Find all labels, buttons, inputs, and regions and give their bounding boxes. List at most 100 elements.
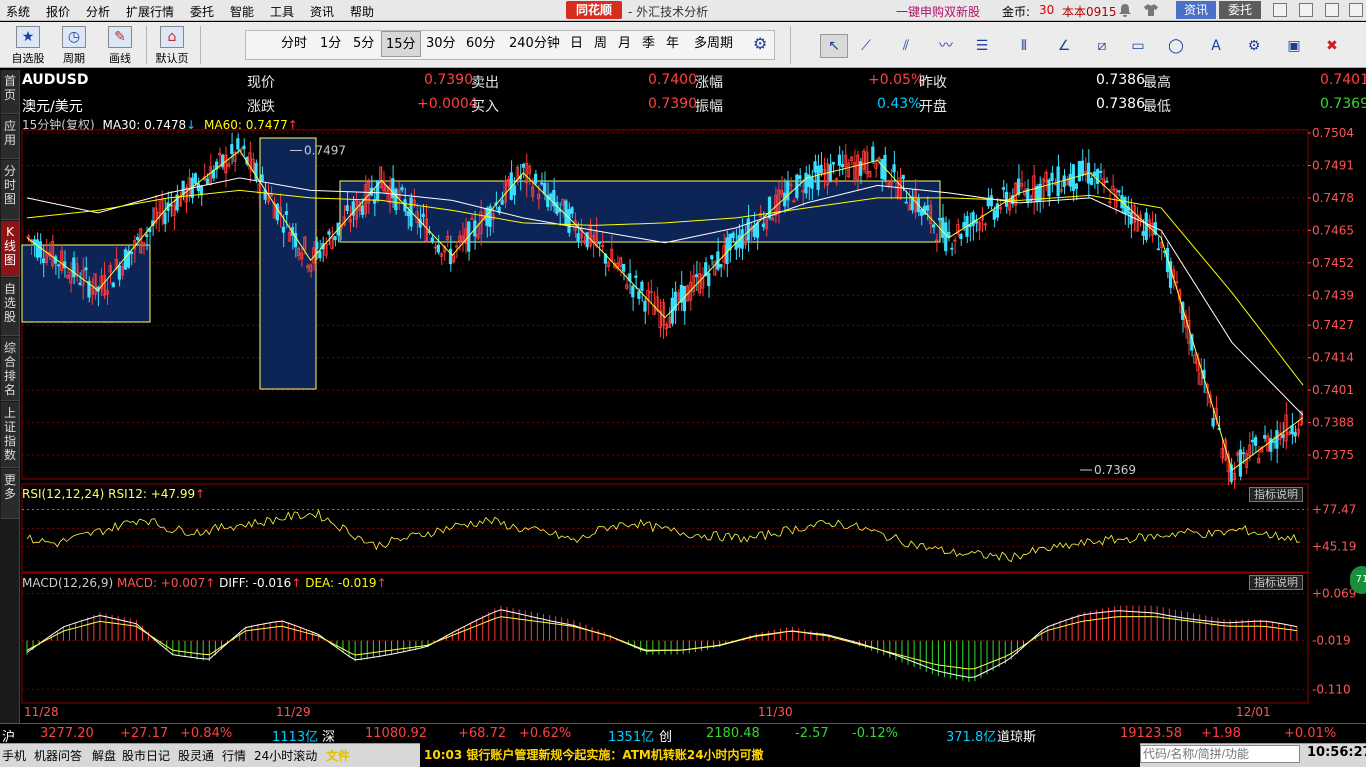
candle-body <box>810 176 814 189</box>
candle-body <box>72 257 76 278</box>
candle-body <box>533 173 538 184</box>
macd-tick-label: -0.110 <box>1312 682 1351 696</box>
candle-body <box>767 196 772 219</box>
candle-body <box>901 174 905 180</box>
dj-pct: +0.01% <box>1284 726 1337 741</box>
candle-body <box>746 218 750 241</box>
sh-pct: +0.84% <box>180 726 233 741</box>
candle-body <box>640 281 644 291</box>
candle-body <box>959 234 963 240</box>
status-qa[interactable]: 机器问答 <box>34 747 82 764</box>
candle-body <box>637 291 641 299</box>
kline-chart[interactable]: 0.7504 0.7491 0.7478 0.7465 0.7452 0.7439 0.74… <box>0 0 1366 767</box>
y-tick-label: 0.7439 <box>1312 288 1354 302</box>
news-ticker[interactable]: 10:03 银行账户管理新规今起实施：ATM机转账24小时内可撤 <box>420 743 1140 767</box>
candle-body <box>181 180 185 195</box>
index-ticker: 沪 3277.20 +27.17 +0.84% 1113亿 深 11080.92… <box>0 723 1366 745</box>
status-gulingtong[interactable]: 股灵通 <box>178 747 214 764</box>
status-diary[interactable]: 股市日记 <box>122 747 170 764</box>
candle-body <box>694 274 699 278</box>
candle-body <box>831 161 835 165</box>
candle-body <box>1253 437 1258 446</box>
candle-body <box>430 237 434 242</box>
candle-body <box>1001 187 1006 190</box>
candle-body <box>1080 160 1085 176</box>
candle-body <box>710 255 714 260</box>
candle-body <box>500 200 504 205</box>
candle-body <box>1144 212 1148 240</box>
rsi-tick-label: +45.19 <box>1312 540 1356 554</box>
candle-body <box>1281 434 1285 438</box>
candle-body <box>1077 161 1082 182</box>
macd-value: MACD: +0.007 <box>116 576 206 590</box>
clock: 10:56:27 <box>1307 745 1366 760</box>
y-tick-label: 0.7491 <box>1312 158 1354 172</box>
y-tick-label: 0.7478 <box>1312 191 1354 205</box>
candle-body <box>570 207 574 214</box>
candle-body <box>123 249 128 270</box>
candle-body <box>947 232 951 238</box>
sh-change: +27.17 <box>120 726 169 741</box>
candle-body <box>904 201 908 204</box>
sz-value: 11080.92 <box>365 726 428 741</box>
rsi-pane-border <box>21 483 1309 573</box>
candle-body <box>828 164 832 183</box>
candle-body <box>880 159 884 179</box>
candle-body <box>333 235 337 241</box>
candle-body <box>540 182 544 185</box>
candle-body <box>1250 439 1255 443</box>
candle-body <box>281 226 286 233</box>
candle-body <box>1062 175 1066 188</box>
floating-badge[interactable]: 71 <box>1350 566 1366 594</box>
candle-body <box>117 265 121 280</box>
status-jiepan[interactable]: 解盘 <box>92 747 116 764</box>
drawn-rectangle <box>259 137 317 390</box>
cy-value: 2180.48 <box>706 726 760 741</box>
candle-body <box>931 224 936 228</box>
candle-body <box>345 205 349 211</box>
candle-body <box>284 211 289 215</box>
status-mobile[interactable]: 手机 <box>2 747 26 764</box>
candle-body <box>1141 231 1145 236</box>
candle-body <box>971 212 975 227</box>
y-tick-label: 0.7388 <box>1312 416 1354 430</box>
candle-body <box>941 217 945 238</box>
candle-body <box>731 232 735 239</box>
annotation-low: 0.7369 <box>1094 463 1136 477</box>
candle-body <box>205 178 210 185</box>
search-input[interactable] <box>1140 745 1300 763</box>
candle-body <box>804 172 808 194</box>
status-24h[interactable]: 24小时滚动 <box>254 747 317 764</box>
x-tick-label: 11/28 <box>24 705 59 719</box>
status-file[interactable]: 文件 <box>326 747 350 764</box>
candle-body <box>816 165 820 190</box>
rsi-legend: RSI(12,12,24) RSI12: +47.99↑ <box>22 487 206 501</box>
candle-body <box>163 212 167 225</box>
candle-body <box>707 273 711 287</box>
macd-help-button[interactable]: 指标说明 <box>1249 575 1303 590</box>
candle-body <box>145 234 149 238</box>
sz-pct: +0.62% <box>519 726 572 741</box>
rsi-help-button[interactable]: 指标说明 <box>1249 487 1303 502</box>
candle-body <box>622 263 626 272</box>
candle-body <box>1293 432 1297 437</box>
candle-body <box>406 211 410 217</box>
candle-body <box>1092 171 1097 177</box>
candle-body <box>643 300 647 312</box>
status-market[interactable]: 行情 <box>222 747 246 764</box>
candle-body <box>1275 430 1279 449</box>
candle-body <box>1099 170 1103 173</box>
dj-value: 19123.58 <box>1120 726 1183 741</box>
candle-body <box>1211 418 1215 427</box>
candle-body <box>761 223 766 228</box>
candle-body <box>1272 440 1276 443</box>
macd-legend: MACD(12,26,9) MACD: +0.007↑ DIFF: -0.016… <box>22 576 387 590</box>
candle-body <box>1105 180 1109 183</box>
candle-body <box>871 146 875 162</box>
candle-body <box>813 161 817 173</box>
candle-body <box>1117 190 1121 193</box>
candle-body <box>543 183 547 195</box>
annotation-high: 0.7497 <box>304 143 346 157</box>
candle-body <box>1047 179 1051 197</box>
candle-body <box>512 185 516 196</box>
